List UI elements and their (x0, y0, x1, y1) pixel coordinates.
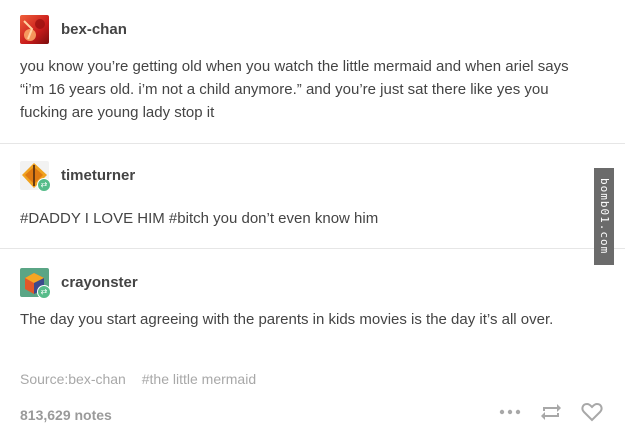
bex-chan-avatar[interactable] (20, 15, 49, 44)
reblog-badge-icon: ⇄ (37, 178, 51, 192)
tag-link[interactable]: #the little mermaid (142, 371, 256, 387)
heart-icon[interactable] (581, 402, 603, 422)
more-options-icon[interactable] (499, 409, 521, 415)
post-username[interactable]: crayonster (61, 274, 138, 291)
notes-count[interactable]: 813,629 notes (20, 407, 112, 423)
reblog-icon[interactable] (539, 402, 563, 422)
post-username[interactable]: bex-chan (61, 21, 127, 38)
post-text: The day you start agreeing with the pare… (20, 311, 554, 328)
post-footer-meta: Source:bex-chan #the little mermaid (20, 371, 268, 387)
post-username[interactable]: timeturner (61, 167, 135, 184)
avatar-image-icon (23, 19, 45, 41)
post-text: you know you’re getting old when you wat… (20, 58, 569, 121)
source-link[interactable]: Source:bex-chan (20, 371, 126, 387)
post-text: #DADDY I LOVE HIM #bitch you don’t even … (20, 210, 379, 227)
post-divider (0, 248, 625, 249)
post-actions (499, 402, 603, 422)
post-divider (0, 143, 625, 144)
reblog-badge-icon: ⇄ (37, 285, 51, 299)
watermark: bomb01.com (594, 168, 614, 265)
